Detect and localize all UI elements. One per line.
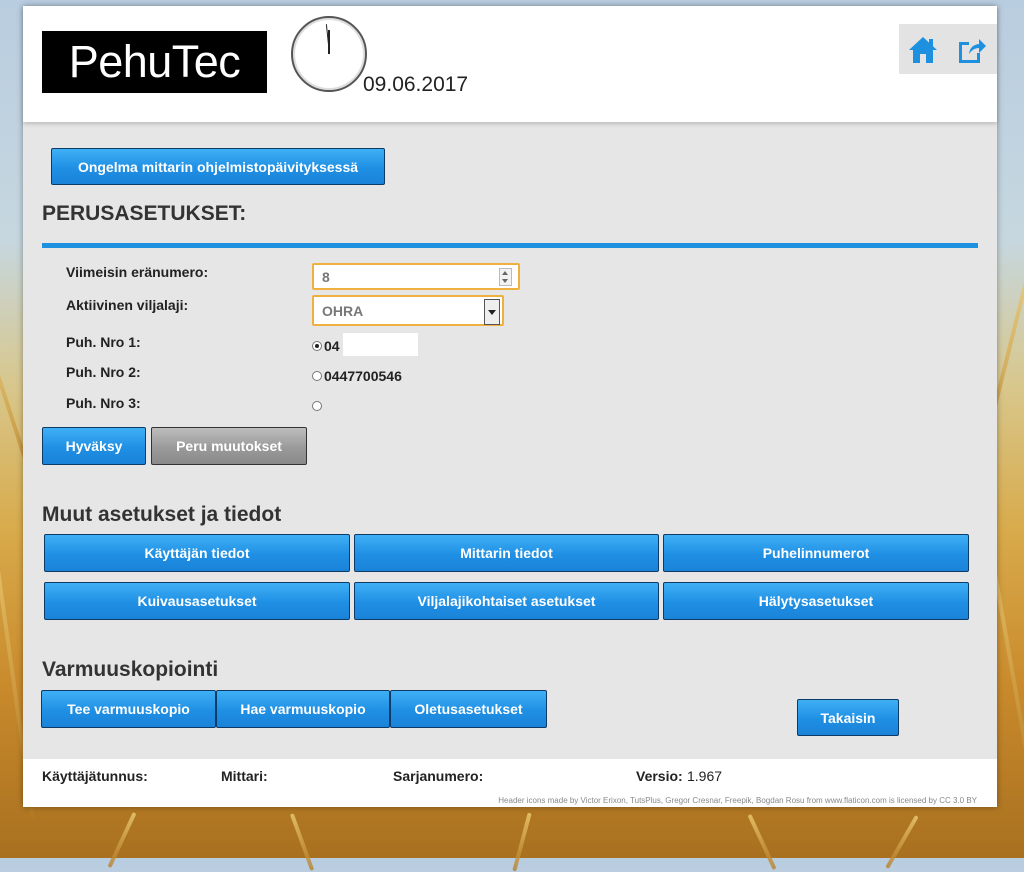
phone2-radio[interactable] xyxy=(312,371,322,381)
cancel-changes-button[interactable]: Peru muutokset xyxy=(151,427,307,465)
make-backup-button[interactable]: Tee varmuuskopio xyxy=(41,690,216,728)
crop-label: Aktiivinen viljalaji: xyxy=(66,297,189,313)
batch-number-value: 8 xyxy=(322,268,330,285)
backup-title: Varmuuskopiointi xyxy=(42,658,219,681)
other-settings-title: Muut asetukset ja tiedot xyxy=(42,503,282,526)
back-button[interactable]: Takaisin xyxy=(797,699,899,736)
drying-settings-button[interactable]: Kuivausasetukset xyxy=(44,582,350,620)
phone-numbers-button[interactable]: Puhelinnumerot xyxy=(663,534,969,572)
crop-select-value: OHRA xyxy=(322,302,364,319)
basic-settings-title: PERUSASETUKSET: xyxy=(42,202,247,225)
accept-button[interactable]: Hyväksy xyxy=(42,427,146,465)
chevron-down-icon[interactable] xyxy=(484,299,500,325)
section-divider xyxy=(42,243,978,248)
phone1-radio[interactable] xyxy=(312,341,322,351)
update-problem-button[interactable]: Ongelma mittarin ohjelmistopäivityksessä xyxy=(51,148,385,185)
redacted-box xyxy=(343,333,418,356)
logo: PehuTec xyxy=(42,31,267,93)
footer-bar: Käyttäjätunnus: Mittari: Sarjanumero: Ve… xyxy=(23,759,997,807)
batch-number-input[interactable]: 8 xyxy=(312,263,520,290)
version-label: Versio: xyxy=(636,768,683,784)
batch-label: Viimeisin eränumero: xyxy=(66,264,209,280)
serial-label: Sarjanumero: xyxy=(393,768,484,784)
fetch-backup-button[interactable]: Hae varmuuskopio xyxy=(216,690,390,728)
header-bar: PehuTec 09.06.2017 xyxy=(23,6,997,122)
header-icon-group xyxy=(899,24,997,74)
clock-icon xyxy=(291,16,367,92)
stepper-icon[interactable] xyxy=(499,268,512,286)
main-panel: PehuTec 09.06.2017 Ongelma mittarin ohje… xyxy=(23,6,997,807)
user-info-button[interactable]: Käyttäjän tiedot xyxy=(44,534,350,572)
phone3-radio[interactable] xyxy=(312,401,322,411)
phone1-label: Puh. Nro 1: xyxy=(66,334,141,350)
share-icon[interactable] xyxy=(955,34,987,66)
alarm-settings-button[interactable]: Hälytysasetukset xyxy=(663,582,969,620)
version-value: 1.967 xyxy=(687,768,723,784)
user-id-label: Käyttäjätunnus: xyxy=(42,768,148,784)
meter-info-button[interactable]: Mittarin tiedot xyxy=(354,534,659,572)
home-icon[interactable] xyxy=(907,34,939,66)
icon-credits: Header icons made by Victor Erixon, Tuts… xyxy=(498,796,977,805)
current-date: 09.06.2017 xyxy=(363,73,469,96)
phone2-label: Puh. Nro 2: xyxy=(66,364,141,380)
crop-specific-settings-button[interactable]: Viljalajikohtaiset asetukset xyxy=(354,582,659,620)
meter-label: Mittari: xyxy=(221,768,268,784)
crop-select[interactable]: OHRA xyxy=(312,295,504,326)
phone1-value: 04 xyxy=(324,338,340,354)
phone3-label: Puh. Nro 3: xyxy=(66,395,141,411)
phone2-value: 0447700546 xyxy=(324,368,402,384)
defaults-button[interactable]: Oletusasetukset xyxy=(390,690,547,728)
